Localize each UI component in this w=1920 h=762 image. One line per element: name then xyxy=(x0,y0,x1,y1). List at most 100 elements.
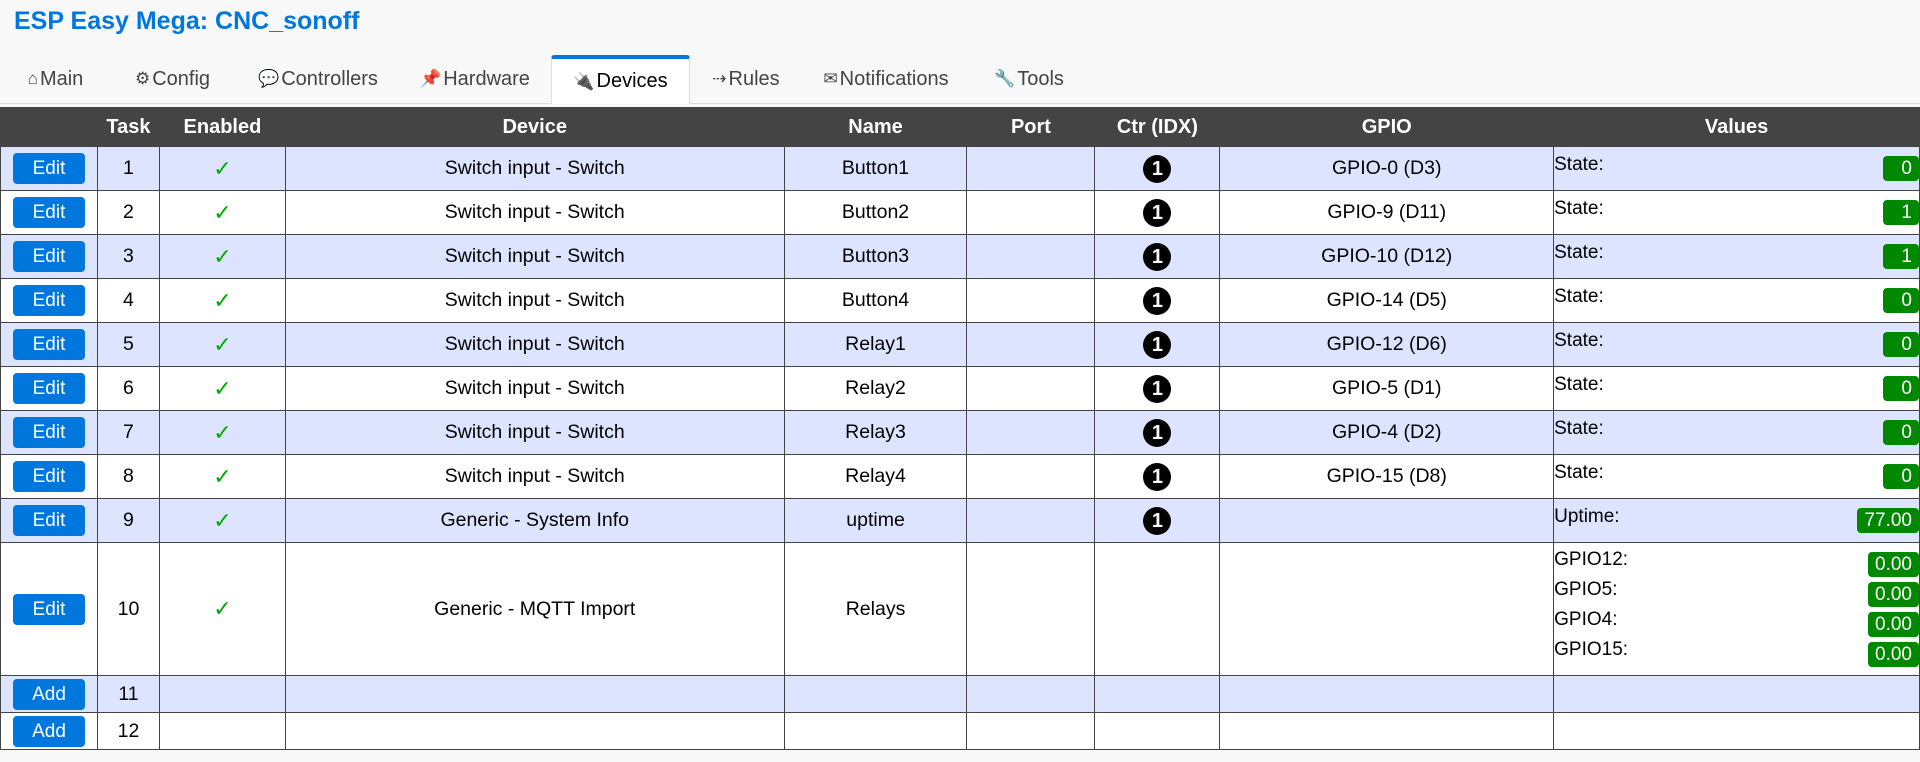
cell-task: 1 xyxy=(96,146,160,191)
value-row: GPIO12: 0.00 xyxy=(1554,549,1919,579)
controller-badge: 1 xyxy=(1143,506,1172,535)
cell-ctr: 1 xyxy=(1094,234,1221,279)
cell-values: State: 1 xyxy=(1553,234,1920,279)
table-row: Edit 3 ✓ Switch input - Switch Button3 1 GPIO-… xyxy=(0,234,1920,279)
controller-badge: 1 xyxy=(1143,154,1172,183)
edit-task-button[interactable]: Edit xyxy=(12,197,85,228)
cell-device xyxy=(284,712,785,750)
edit-task-button[interactable]: Edit xyxy=(12,461,85,492)
value-label: State: xyxy=(1554,373,1604,395)
cell-gpio xyxy=(1219,675,1555,713)
tab-controllers[interactable]: 💬 Controllers xyxy=(248,55,388,103)
cell-port xyxy=(966,234,1096,279)
cell-gpio xyxy=(1219,712,1555,750)
column-header-task: Task xyxy=(96,107,160,147)
value-row: State: 1 xyxy=(1554,198,1919,228)
column-header-gpio: GPIO xyxy=(1219,107,1555,147)
cell-task: 6 xyxy=(96,366,160,411)
cell-name: Relay2 xyxy=(783,366,968,411)
cell-device: Switch input - Switch xyxy=(284,322,785,367)
chat-icon: 💬 xyxy=(258,69,280,88)
cell-enabled: ✓ xyxy=(158,322,286,367)
cell-values xyxy=(1553,675,1920,713)
value-label: State: xyxy=(1554,153,1604,175)
cell-name: Button1 xyxy=(783,146,968,191)
cell-enabled: ✓ xyxy=(158,366,286,411)
tab-notifications[interactable]: ✉ Notifications xyxy=(815,55,957,103)
cell-enabled xyxy=(158,712,286,750)
value-label: State: xyxy=(1554,417,1604,439)
tab-config[interactable]: ⚙ Config xyxy=(120,55,225,103)
cell-port xyxy=(966,146,1096,191)
cell-enabled xyxy=(158,675,286,713)
tab-devices[interactable]: 🔌 Devices xyxy=(551,55,690,104)
edit-task-button[interactable]: Edit xyxy=(12,593,85,625)
value-badge: 0 xyxy=(1883,332,1919,357)
cell-task: 11 xyxy=(96,675,160,713)
controller-badge: 1 xyxy=(1143,198,1172,227)
table-row: Add 11 xyxy=(0,675,1920,713)
cell-enabled: ✓ xyxy=(158,498,286,543)
edit-task-button[interactable]: Edit xyxy=(12,153,85,184)
edit-task-button[interactable]: Edit xyxy=(12,417,85,448)
value-badge: 0.00 xyxy=(1868,581,1919,607)
cell-values: GPIO12: 0.00 GPIO5: 0.00 GPIO4: 0.00 GPIO15: 0.… xyxy=(1553,542,1920,676)
value-row: State: 1 xyxy=(1554,242,1919,272)
tab-label: Main xyxy=(39,67,84,90)
cell-enabled: ✓ xyxy=(158,278,286,323)
gear-icon: ⚙ xyxy=(134,69,151,88)
value-badge: 0 xyxy=(1883,376,1919,401)
tab-label: Controllers xyxy=(281,67,378,90)
app-title: ESP Easy Mega: CNC_sonoff xyxy=(14,7,360,35)
tab-hardware[interactable]: 📌 Hardware xyxy=(412,55,538,103)
cell-device: Generic - MQTT Import xyxy=(284,542,785,676)
cell-values: State: 0 xyxy=(1553,410,1920,455)
cell-gpio: GPIO-4 (D2) xyxy=(1219,410,1555,455)
cell-values: State: 0 xyxy=(1553,454,1920,499)
value-label: State: xyxy=(1554,329,1604,351)
edit-task-button[interactable]: Edit xyxy=(12,241,85,272)
column-header-enabled: Enabled xyxy=(158,107,286,147)
tab-main[interactable]: ⌂ Main xyxy=(18,55,93,103)
add-task-button[interactable]: Add xyxy=(12,715,85,747)
cell-port xyxy=(966,322,1096,367)
edit-task-button[interactable]: Edit xyxy=(12,505,85,536)
table-row: Edit 10 ✓ Generic - MQTT Import Relays GPIO12… xyxy=(0,542,1920,676)
cell-device: Switch input - Switch xyxy=(284,190,785,235)
controller-badge: 1 xyxy=(1143,418,1172,447)
cell-name: Relays xyxy=(783,542,968,676)
tab-bar: ⌂ Main ⚙ Config 💬 Controllers 📌 Hardware 🔌 De… xyxy=(0,55,1920,104)
table-row: Edit 6 ✓ Switch input - Switch Relay2 1 GPIO-5… xyxy=(0,366,1920,411)
cell-device: Switch input - Switch xyxy=(284,410,785,455)
edit-task-button[interactable]: Edit xyxy=(12,285,85,316)
tab-label: Hardware xyxy=(443,67,530,90)
edit-task-button[interactable]: Edit xyxy=(12,373,85,404)
cell-ctr xyxy=(1094,675,1221,713)
cell-gpio xyxy=(1219,498,1555,543)
value-row: State: 0 xyxy=(1554,154,1919,184)
cell-device: Switch input - Switch xyxy=(284,454,785,499)
edit-task-button[interactable]: Edit xyxy=(12,329,85,360)
controller-badge: 1 xyxy=(1143,330,1172,359)
controller-badge: 1 xyxy=(1143,242,1172,271)
column-header-ctr: Ctr (IDX) xyxy=(1094,107,1221,147)
column-header-values: Values xyxy=(1553,107,1920,147)
cell-name: Relay4 xyxy=(783,454,968,499)
tab-rules[interactable]: ⇢ Rules xyxy=(702,55,790,103)
tab-label: Config xyxy=(152,67,211,90)
cell-name: Button3 xyxy=(783,234,968,279)
cell-enabled: ✓ xyxy=(158,542,286,676)
cell-gpio: GPIO-15 (D8) xyxy=(1219,454,1555,499)
value-badge: 1 xyxy=(1883,200,1919,225)
cell-device: Switch input - Switch xyxy=(284,146,785,191)
cell-ctr: 1 xyxy=(1094,322,1221,367)
cell-port xyxy=(966,366,1096,411)
cell-action: Edit xyxy=(0,190,98,235)
value-row: GPIO4: 0.00 xyxy=(1554,609,1919,639)
add-task-button[interactable]: Add xyxy=(12,678,85,710)
tab-tools[interactable]: 🔧 Tools xyxy=(987,55,1071,103)
cell-device: Switch input - Switch xyxy=(284,278,785,323)
cell-gpio: GPIO-14 (D5) xyxy=(1219,278,1555,323)
cell-enabled: ✓ xyxy=(158,146,286,191)
cell-ctr: 1 xyxy=(1094,278,1221,323)
